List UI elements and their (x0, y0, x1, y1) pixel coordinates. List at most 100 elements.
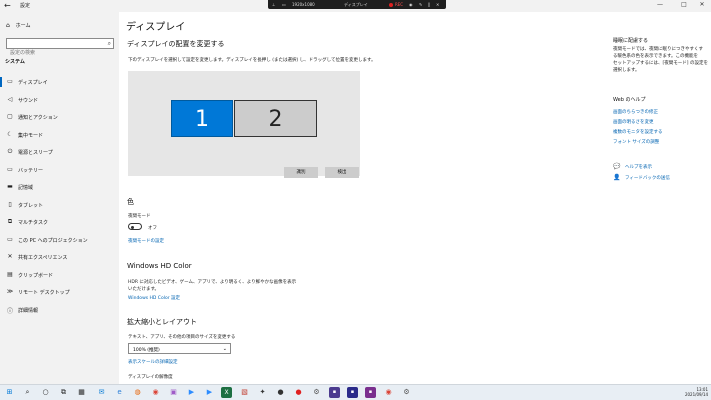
edge-icon[interactable]: e (114, 387, 125, 398)
get-help-link[interactable]: ヘルプを表示 (625, 164, 652, 170)
display-arrangement-area[interactable]: 1 2 (128, 71, 360, 176)
chrome-icon[interactable]: ◉ (150, 387, 161, 398)
sidebar-item-shared[interactable]: ✕ 共有エクスペリエンス (0, 249, 119, 266)
power-icon: ⏻ (7, 148, 13, 155)
help-link-flicker[interactable]: 画面のちらつきの修正 (613, 109, 658, 115)
sidebar-item-sound[interactable]: ◁ サウンド (0, 92, 119, 109)
close-button[interactable]: ✕ (692, 1, 711, 8)
sidebar-item-multitask[interactable]: ⧉ マルチタスク (0, 214, 119, 231)
sidebar-item-label: 電源とスリープ (18, 150, 53, 156)
search-icon[interactable]: ⌕ (22, 387, 33, 398)
hdr-heading: Windows HD Color (127, 262, 192, 270)
scale-dropdown[interactable]: 100% (推奨) ⌄ (128, 343, 231, 354)
app-icon[interactable]: ▪ (329, 387, 340, 398)
night-mode-settings-link[interactable]: 夜間モードの設定 (128, 238, 164, 244)
tablet-icon: ▯ (8, 200, 12, 208)
monitor-icon: ▭ (282, 2, 286, 7)
monitor-1[interactable]: 1 (171, 100, 233, 137)
arrange-description: 下のディスプレイを選択して設定を変更します。ディスプレイを長押し (または選択)… (128, 58, 376, 63)
app-icon[interactable]: ▪ (347, 387, 358, 398)
firefox-icon[interactable]: ◍ (132, 387, 143, 398)
photos-icon[interactable]: ▣ (168, 387, 179, 398)
settings-icon[interactable]: ⚙ (401, 387, 412, 398)
record-icon[interactable]: ● (293, 387, 304, 398)
sidebar-home[interactable]: ⌂ ホーム (6, 22, 30, 29)
sidebar-item-info[interactable]: ⓘ 詳細情報 (0, 302, 119, 319)
feedback-link[interactable]: フィードバックの送信 (625, 175, 670, 181)
settings-icon[interactable]: ⚙ (311, 387, 322, 398)
help-icon: 💬 (613, 163, 621, 170)
chrome-icon[interactable]: ◉ (383, 387, 394, 398)
speaker-icon: ◁ (7, 95, 13, 103)
sidebar-item-label: マルチタスク (18, 220, 49, 226)
detect-button[interactable]: 検出 (325, 167, 359, 178)
back-arrow-icon[interactable]: ← (4, 1, 11, 10)
sidebar-item-power[interactable]: ⏻ 電源とスリープ (0, 144, 119, 161)
search-input[interactable] (7, 48, 97, 58)
app-icon[interactable]: ▧ (239, 387, 250, 398)
scale-heading: 拡大縮小とレイアウト (127, 318, 197, 326)
recorder-title: ディスプレイ (344, 2, 368, 7)
help-link-brightness[interactable]: 画面の明るさを変更 (613, 119, 654, 125)
pin-icon[interactable]: ⊥ (272, 2, 275, 7)
search-box[interactable]: ⌕ (6, 38, 114, 58)
night-mode-state: オフ (148, 226, 157, 231)
sidebar-item-label: 記憶域 (18, 185, 34, 191)
identify-button[interactable]: 識別 (284, 167, 318, 178)
camera-icon[interactable]: ◉ (409, 2, 413, 7)
sidebar-item-notifications[interactable]: ▢ 通知とアクション (0, 109, 119, 126)
window-title: 設定 (20, 3, 31, 9)
app-icon[interactable]: ▪ (365, 387, 376, 398)
sidebar-item-projection[interactable]: ▭ この PC へのプロジェクション (0, 232, 119, 249)
help-link-font-size[interactable]: フォント サイズの調整 (613, 139, 659, 145)
sidebar: ⌂ ホーム ⌕ システム ▭ ディスプレイ ◁ サウンド ▢ 通知とアクション … (0, 12, 119, 384)
hdr-settings-link[interactable]: Windows HD Color 設定 (128, 295, 180, 301)
pause-icon[interactable]: ‖ (428, 2, 430, 7)
section-label: システム (5, 59, 25, 65)
web-help-heading: Web のヘルプ (613, 97, 646, 103)
search-icon[interactable]: ⌕ (108, 40, 111, 48)
sidebar-item-battery[interactable]: ▭ バッテリー (0, 162, 119, 179)
maximize-button[interactable]: □ (674, 1, 694, 8)
excel-icon[interactable]: X (221, 387, 232, 398)
tip-text-2: る暖色系の色を表示できます。この機能を (613, 54, 699, 59)
sidebar-item-label: 集中モード (18, 132, 44, 139)
sidebar-item-label: 通知とアクション (18, 115, 58, 121)
zoom-icon[interactable]: ▶ (204, 387, 215, 398)
widgets-icon[interactable]: ▦ (76, 387, 87, 398)
minimize-button[interactable]: — (650, 1, 670, 8)
main-content: ディスプレイ ディスプレイの配置を変更する 下のディスプレイを選択して設定を変更… (119, 12, 599, 384)
moon-icon: ☾ (7, 130, 13, 138)
battery-icon: ▭ (7, 165, 13, 173)
settings-window: ← 設定 — □ ✕ ⊥ ▭ 1920x1080 ディスプレイ REC ◉ ✎ … (0, 0, 711, 384)
close-icon[interactable]: ✕ (436, 2, 439, 7)
monitor-2[interactable]: 2 (234, 100, 317, 137)
windows-start-icon[interactable]: ⊞ (4, 387, 15, 398)
mail-icon[interactable]: ✉ (96, 387, 107, 398)
pen-icon[interactable]: ✎ (419, 2, 422, 7)
sidebar-item-display[interactable]: ▭ ディスプレイ (0, 74, 119, 91)
cortana-icon[interactable]: ○ (40, 387, 51, 398)
tip-text-3: セットアップするには、[夜間モード] の設定を (613, 61, 708, 66)
resolution-label: ディスプレイの解像度 (128, 375, 173, 380)
advanced-scale-link[interactable]: 表示スケールの詳細設定 (128, 359, 178, 365)
sidebar-item-focus[interactable]: ☾ 集中モード (0, 127, 119, 144)
sidebar-item-storage[interactable]: ▬ 記憶域 (0, 179, 119, 196)
sidebar-item-remote[interactable]: ≫ リモート デスクトップ (0, 284, 119, 301)
sidebar-item-clipboard[interactable]: ▤ クリップボード (0, 267, 119, 284)
selection-indicator (0, 77, 2, 87)
right-panel: 睡眠に配慮する 夜間モードでは、夜間に眠りにつきやすくす る暖色系の色を表示でき… (612, 12, 708, 312)
sidebar-item-label: 詳細情報 (18, 307, 39, 314)
night-mode-toggle[interactable] (128, 223, 142, 230)
rec-label[interactable]: REC (395, 2, 403, 7)
pin-icon[interactable]: ✦ (257, 387, 268, 398)
help-link-multi-monitor[interactable]: 複数のモニタを設定する (613, 129, 663, 135)
sidebar-item-tablet[interactable]: ▯ タブレット (0, 197, 119, 214)
zoom-icon[interactable]: ▶ (186, 387, 197, 398)
arrange-heading: ディスプレイの配置を変更する (127, 40, 225, 48)
sidebar-item-label: 共有エクスペリエンス (18, 255, 68, 261)
taskbar-clock[interactable]: 13:01 2021/09/14 (680, 387, 708, 397)
obs-icon[interactable]: ● (275, 387, 286, 398)
color-heading: 色 (127, 198, 134, 206)
task-view-icon[interactable]: ⧉ (58, 387, 69, 398)
